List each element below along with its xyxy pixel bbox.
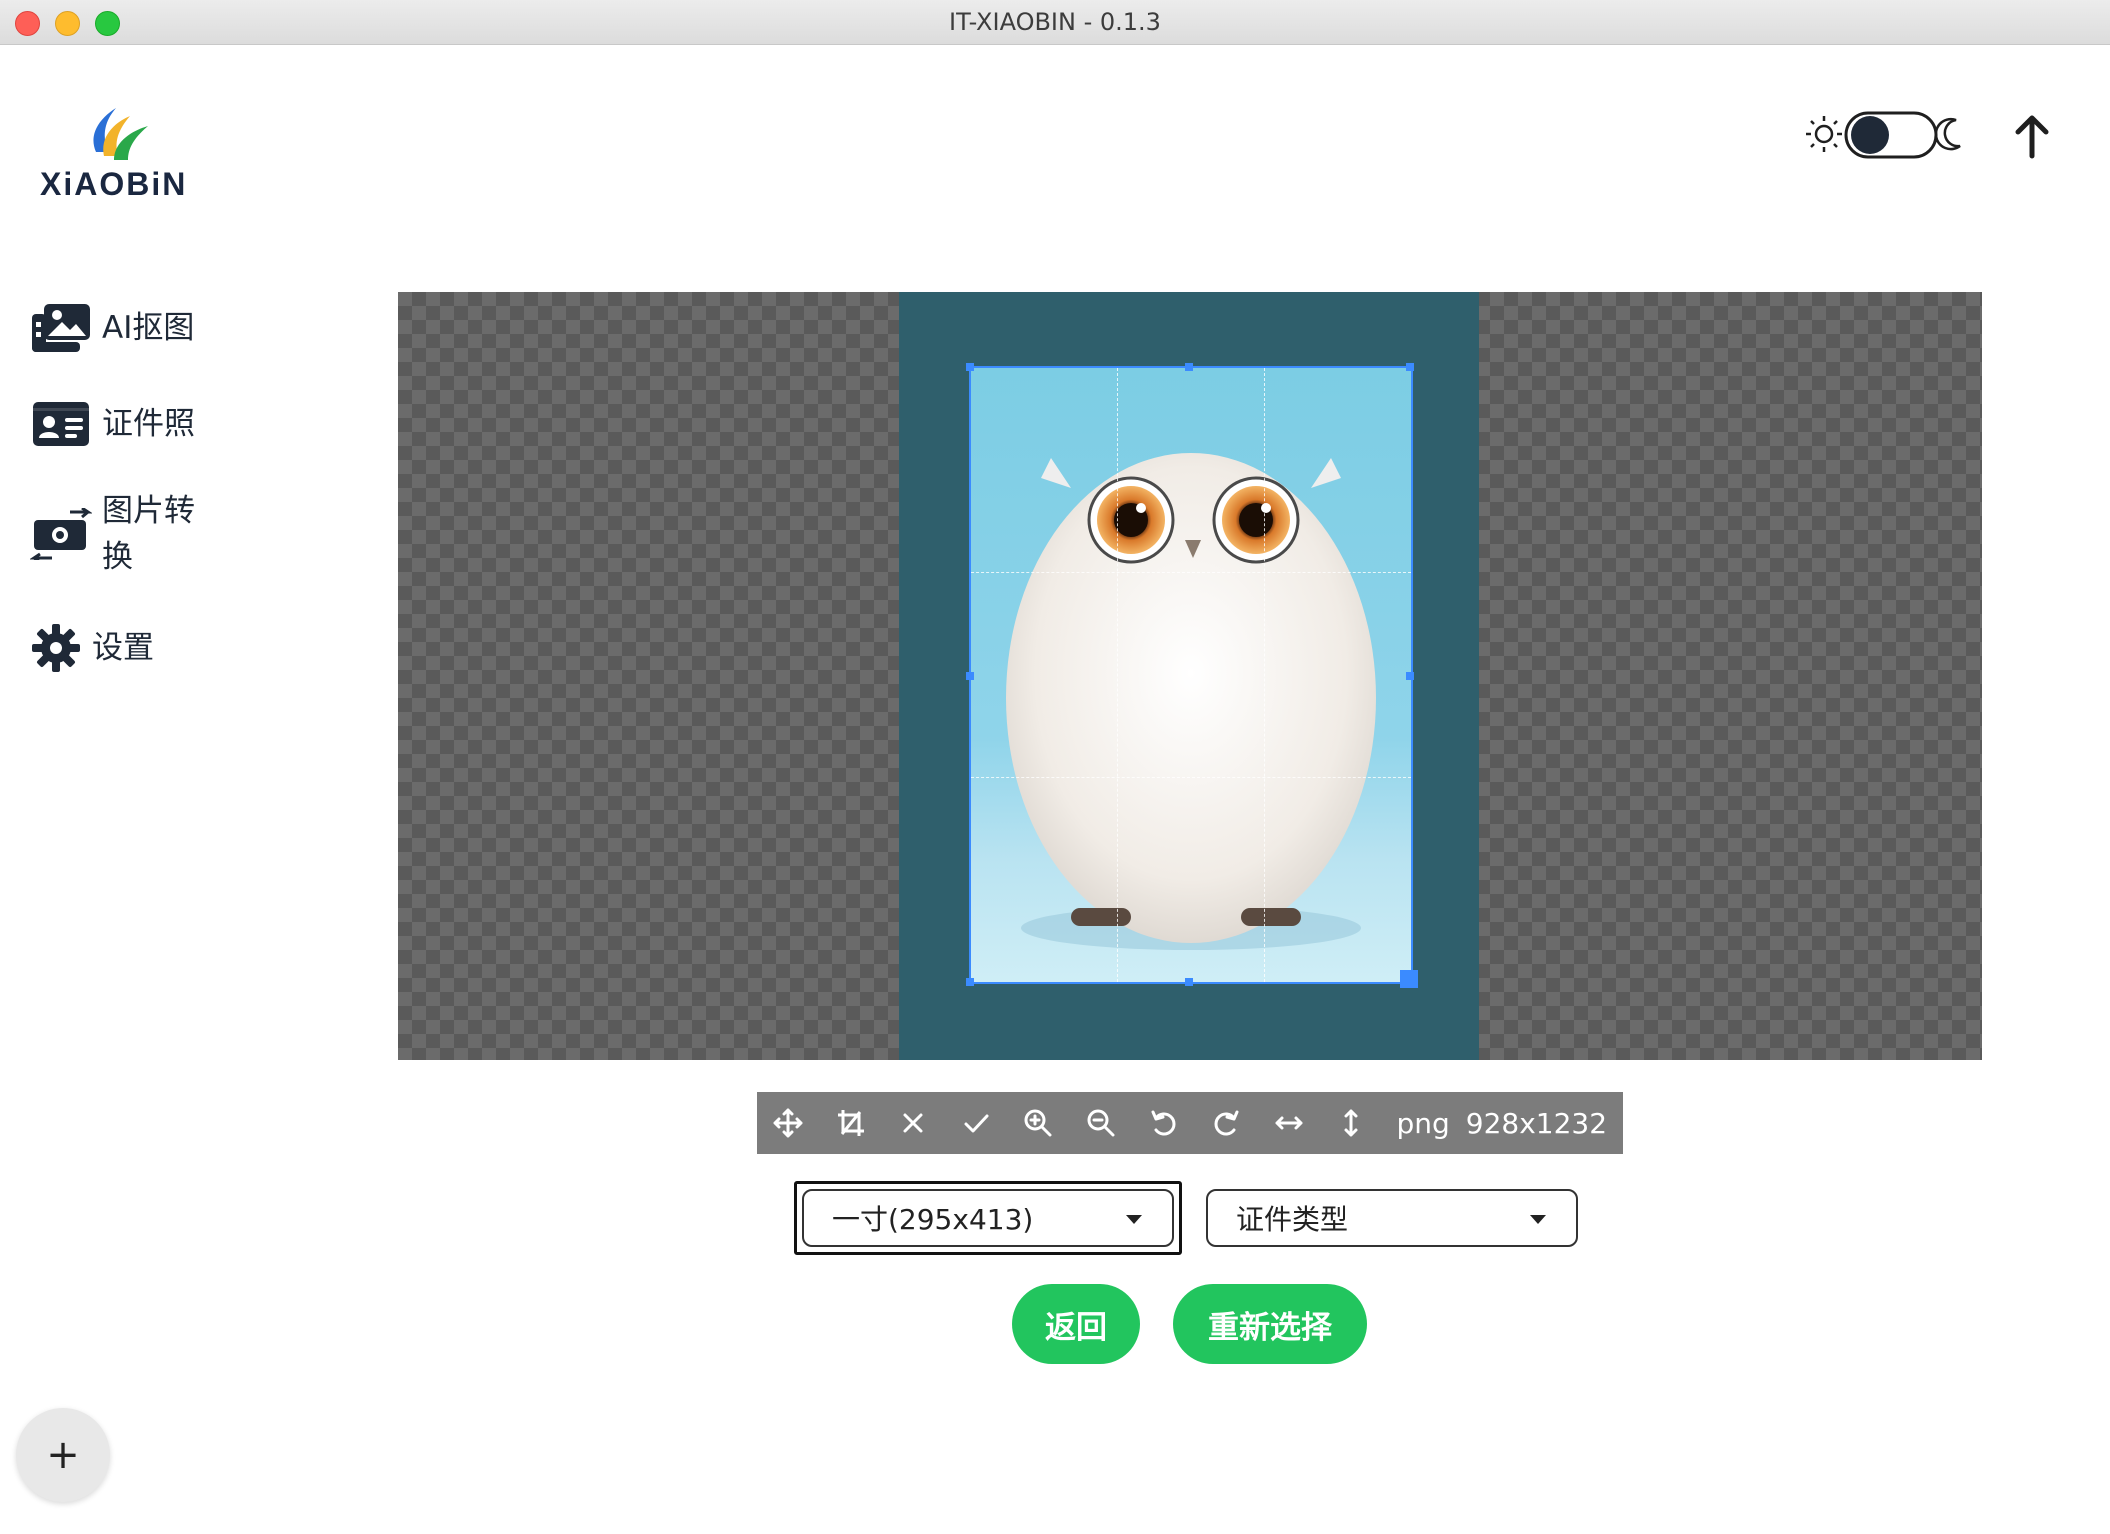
- id-type-select-value: 证件类型: [1236, 1203, 1349, 1236]
- id-card-icon: [30, 398, 92, 450]
- sun-icon: [1806, 116, 1842, 152]
- move-icon[interactable]: [757, 1092, 820, 1154]
- sidebar-item-ai-cutout[interactable]: AI抠图: [30, 302, 194, 354]
- crop-guide: [971, 572, 1411, 573]
- crop-handle-se[interactable]: [1400, 970, 1418, 988]
- title-bar: IT-XIAOBIN - 0.1.3: [0, 0, 2110, 45]
- crop-box[interactable]: [969, 366, 1413, 984]
- zoom-out-icon[interactable]: [1070, 1092, 1133, 1154]
- editor-toolbar: png 928x1232: [757, 1092, 1623, 1154]
- sidebar-item-label: 证件照: [102, 406, 195, 442]
- gear-icon: [30, 622, 82, 674]
- window-title: IT-XIAOBIN - 0.1.3: [949, 8, 1161, 36]
- id-type-select[interactable]: 证件类型: [1206, 1189, 1578, 1247]
- arrow-up-icon[interactable]: [2008, 110, 2056, 162]
- confirm-icon[interactable]: [945, 1092, 1008, 1154]
- sidebar-item-label: 设置: [92, 630, 154, 666]
- images-icon: [30, 302, 92, 354]
- size-select-value: 一寸(295x413): [832, 1203, 1034, 1236]
- image-dimensions: 928x1232: [1465, 1106, 1608, 1140]
- sidebar-item-image-convert[interactable]: 图片转换: [30, 488, 212, 580]
- photo-background: [899, 292, 1479, 1060]
- crop-handle-w[interactable]: [966, 672, 974, 680]
- logo-text: XiAOBiN: [40, 166, 188, 202]
- crop-handle-ne[interactable]: [1406, 363, 1414, 371]
- flip-horizontal-icon[interactable]: [1257, 1092, 1320, 1154]
- rotate-left-icon[interactable]: [1132, 1092, 1195, 1154]
- crop-handle-e[interactable]: [1406, 672, 1414, 680]
- crop-guide: [1117, 368, 1118, 982]
- sidebar-item-label: 图片转换: [102, 493, 195, 575]
- crop-handle-s[interactable]: [1185, 978, 1193, 986]
- editor-canvas[interactable]: [398, 292, 1982, 1060]
- image-info: png 928x1232: [1396, 1107, 1623, 1140]
- clear-icon[interactable]: [882, 1092, 945, 1154]
- moon-icon: [1934, 117, 1961, 151]
- sidebar-item-settings[interactable]: 设置: [30, 622, 154, 674]
- image-format: png: [1396, 1106, 1450, 1140]
- chevron-down-icon: [1126, 1215, 1142, 1224]
- money-transfer-icon: [30, 508, 92, 560]
- flip-vertical-icon[interactable]: [1320, 1092, 1383, 1154]
- reselect-button[interactable]: 重新选择: [1173, 1284, 1367, 1364]
- crop-guide: [1264, 368, 1265, 982]
- owl-photo: [1006, 453, 1376, 950]
- theme-toggle[interactable]: [1804, 108, 1964, 164]
- size-select[interactable]: 一寸(295x413): [802, 1189, 1174, 1247]
- crop-handle-sw[interactable]: [966, 978, 974, 986]
- sidebar-item-id-photo[interactable]: 证件照: [30, 398, 195, 450]
- crop-handle-nw[interactable]: [966, 363, 974, 371]
- rotate-right-icon[interactable]: [1195, 1092, 1258, 1154]
- add-button[interactable]: +: [16, 1408, 110, 1502]
- app-window: IT-XIAOBIN - 0.1.3 XiAOBiN AI抠图 证件照 图片转换…: [0, 0, 2110, 1534]
- back-button[interactable]: 返回: [1012, 1284, 1140, 1364]
- zoom-in-icon[interactable]: [1007, 1092, 1070, 1154]
- crop-handle-n[interactable]: [1185, 363, 1193, 371]
- sidebar-item-label: AI抠图: [102, 310, 195, 346]
- crop-icon[interactable]: [820, 1092, 883, 1154]
- crop-guide: [971, 777, 1411, 778]
- chevron-down-icon: [1530, 1215, 1546, 1224]
